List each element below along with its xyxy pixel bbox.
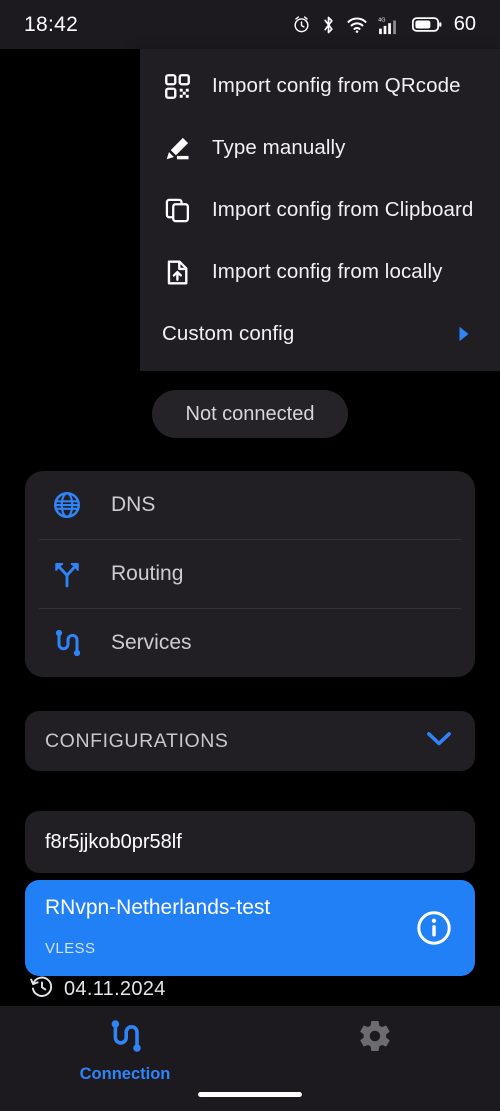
menu-item-import-qrcode[interactable]: Import config from QRcode (140, 55, 500, 117)
settings-item-label: Services (111, 631, 192, 654)
gear-icon (357, 1018, 393, 1059)
status-bar-clock: 18:42 (24, 12, 79, 36)
menu-item-label: Custom config (162, 322, 295, 345)
cable-icon (49, 625, 85, 661)
route-branch-icon (49, 556, 85, 592)
configurations-list: f8r5jjkob0pr58lf RNvpn-Netherlands-test … (25, 811, 475, 983)
cable-icon (107, 1018, 143, 1059)
home-indicator[interactable] (198, 1092, 302, 1097)
connection-status-row: Not connected (0, 390, 500, 438)
alarm-icon (292, 15, 311, 34)
list-item[interactable]: RNvpn-Netherlands-test VLESS (25, 880, 475, 976)
history-clock-icon (30, 975, 54, 1004)
import-config-menu: Import config from QRcode Type manually … (140, 49, 500, 371)
file-upload-icon (162, 257, 192, 287)
menu-item-custom-config[interactable]: Custom config (140, 303, 500, 365)
menu-item-label: Type manually (212, 136, 346, 159)
nav-tab-settings[interactable] (250, 1006, 500, 1065)
svg-text:4G: 4G (378, 17, 385, 23)
info-circle-icon[interactable] (415, 909, 453, 947)
configurations-header[interactable]: CONFIGURATIONS (25, 711, 475, 771)
settings-item-label: Routing (111, 562, 184, 585)
menu-item-import-clipboard[interactable]: Import config from Clipboard (140, 179, 500, 241)
config-date: 04.11.2024 (64, 978, 166, 1000)
clipboard-copy-icon (162, 195, 192, 225)
caret-right-icon[interactable] (456, 325, 472, 343)
settings-card: DNS Routing Services (25, 471, 475, 677)
phone-screen: 18:42 4G 60 Import config from QRcode Ty… (0, 0, 500, 1111)
config-history-row: 04.11.2024 (30, 975, 166, 1004)
status-badge[interactable]: Not connected (151, 390, 349, 438)
config-name: RNvpn-Netherlands-test (45, 896, 271, 919)
pencil-icon (162, 133, 192, 163)
status-bar-icons: 4G 60 (292, 13, 476, 36)
cellular-signal-icon: 4G (378, 15, 402, 35)
battery-icon (411, 16, 442, 33)
list-item[interactable]: f8r5jjkob0pr58lf (25, 811, 475, 873)
wifi-icon (346, 16, 368, 34)
qrcode-icon (162, 71, 192, 101)
menu-item-type-manually[interactable]: Type manually (140, 117, 500, 179)
menu-item-label: Import config from Clipboard (212, 198, 474, 221)
battery-percent-label: 60 (453, 13, 476, 35)
config-protocol: VLESS (45, 940, 96, 957)
settings-item-label: DNS (111, 493, 156, 516)
connection-status-label: Not connected (185, 402, 315, 425)
bluetooth-icon (321, 15, 336, 35)
settings-item-routing[interactable]: Routing (25, 540, 475, 608)
nav-tab-label: Connection (79, 1065, 171, 1083)
settings-item-services[interactable]: Services (25, 609, 475, 677)
menu-item-label: Import config from locally (212, 260, 443, 283)
status-bar: 18:42 4G 60 (0, 0, 500, 49)
menu-item-import-locally[interactable]: Import config from locally (140, 241, 500, 303)
bottom-navigation-bar: Connection (0, 1006, 500, 1111)
chevron-down-icon[interactable] (425, 730, 453, 753)
configurations-title: CONFIGURATIONS (45, 729, 229, 752)
globe-icon (49, 487, 85, 523)
config-name: f8r5jjkob0pr58lf (45, 830, 182, 853)
settings-item-dns[interactable]: DNS (25, 471, 475, 539)
nav-tab-connection[interactable]: Connection (0, 1006, 250, 1084)
menu-item-label: Import config from QRcode (212, 74, 461, 97)
